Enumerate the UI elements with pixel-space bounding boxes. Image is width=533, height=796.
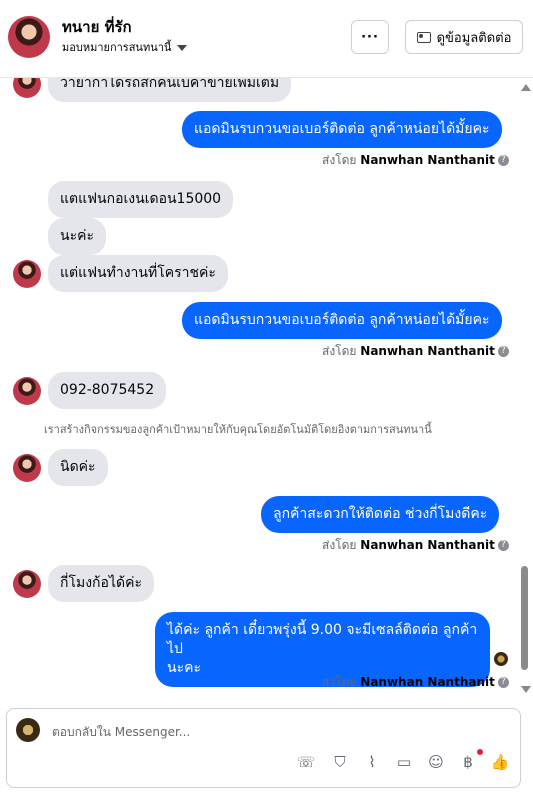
view-contact-label: ดูข้อมูลติดต่อ [436,30,512,46]
system-note: เราสร้างกิจกรรมของลูกค้าเป้าหมายให้กับคุ… [44,423,432,436]
sent-by-line: ส่งโดย Nanwhan Nanthanit? [322,342,509,361]
sent-by-name: Nanwhan Nanthanit [360,344,495,358]
info-icon[interactable]: ? [497,677,509,688]
reply-input[interactable]: ตอบกลับใน Messenger... [52,723,190,742]
scrollbar-thumb[interactable] [521,566,528,670]
like-icon[interactable]: 👍 [489,751,511,773]
incoming-message[interactable]: วายากาไดรถสกคนเบคาขายเพมเตม [48,78,292,102]
message-thread: วายากาไดรถสกคนเบคาขายเพมเตม แอดมินรบกวนข… [0,78,516,698]
scroll-down-icon[interactable] [521,686,531,693]
assign-label: มอบหมายการสนทนานี้ [62,41,172,54]
sent-by-name: Nanwhan Nanthanit [360,675,495,689]
contact-avatar[interactable] [8,16,50,58]
outgoing-message[interactable]: ลูกค้าสะดวกให้ติดต่อ ช่วงกี่โมงดีคะ [261,496,500,533]
info-icon[interactable]: ? [497,540,509,551]
sender-avatar [13,78,41,98]
sent-by-line: ส่งโดย Nanwhan Nanthanit? [322,536,509,555]
sent-by-prefix: ส่งโดย [322,538,357,552]
sender-avatar [13,454,41,482]
phone-icon[interactable]: ☏ [295,751,317,773]
emoji-icon[interactable]: ☺ [425,751,447,773]
sent-by-name: Nanwhan Nanthanit [360,538,495,552]
contact-name[interactable]: ทนาย ที่รัก [62,15,132,39]
reply-composer: ตอบกลับใน Messenger... ☏ ⛉ ⌇ ▭ ☺ ฿ 👍 [6,708,521,788]
notification-dot [477,749,483,755]
incoming-message[interactable]: กี่โมงก้อได้ค่ะ [48,565,154,602]
outgoing-message[interactable]: แอดมินรบกวนขอเบอร์ติดต่อ ลูกค้าหน่อยได้ม… [182,111,502,148]
contact-card-icon [416,31,431,43]
info-icon[interactable]: ? [497,155,509,166]
sent-by-prefix: ส่งโดย [322,344,357,358]
scroll-up-icon[interactable] [521,84,531,91]
payment-icon[interactable]: ฿ [457,751,479,773]
sent-by-line: ส่งโดย Nanwhan Nanthanit? [322,673,509,692]
sender-avatar [13,260,41,288]
caret-down-icon [177,45,188,51]
view-contact-button[interactable]: ดูข้อมูลติดต่อ [405,20,523,54]
page-avatar [16,718,40,742]
sent-by-line: ส่งโดย Nanwhan Nanthanit? [322,151,509,170]
incoming-message[interactable]: 092-8075452 [48,372,167,409]
sender-avatar [13,377,41,405]
message-line: ได้ค่ะ ลูกค้า เดี๋ยวพรุ่งนี้ 9.00 จะมีเซ… [167,622,478,657]
sent-by-prefix: ส่งโดย [322,675,357,689]
saved-reply-icon[interactable]: ▭ [393,751,415,773]
sender-avatar [13,570,41,598]
sent-by-prefix: ส่งโดย [322,153,357,167]
info-icon[interactable]: ? [497,346,509,357]
conversation-header: ทนาย ที่รัก มอบหมายการสนทนานี้ ··· ดูข้อ… [0,0,533,78]
assign-conversation-dropdown[interactable]: มอบหมายการสนทนานี้ [62,38,188,56]
more-options-button[interactable]: ··· [351,20,389,54]
incoming-message[interactable]: นะค่ะ [48,218,106,255]
incoming-message[interactable]: นิดค่ะ [48,449,108,486]
incoming-message[interactable]: แต่แฟนทำงานที่โคราชค่ะ [48,255,228,292]
attachment-icon[interactable]: ⌇ [361,751,383,773]
incoming-message[interactable]: แตแฟนกอเงนเดอน15000 [48,181,234,218]
shopping-bag-icon[interactable]: ⛉ [329,751,351,773]
seen-avatar-icon [494,652,508,666]
outgoing-message[interactable]: แอดมินรบกวนขอเบอร์ติดต่อ ลูกค้าหน่อยได้ม… [182,302,502,339]
sent-by-name: Nanwhan Nanthanit [360,153,495,167]
